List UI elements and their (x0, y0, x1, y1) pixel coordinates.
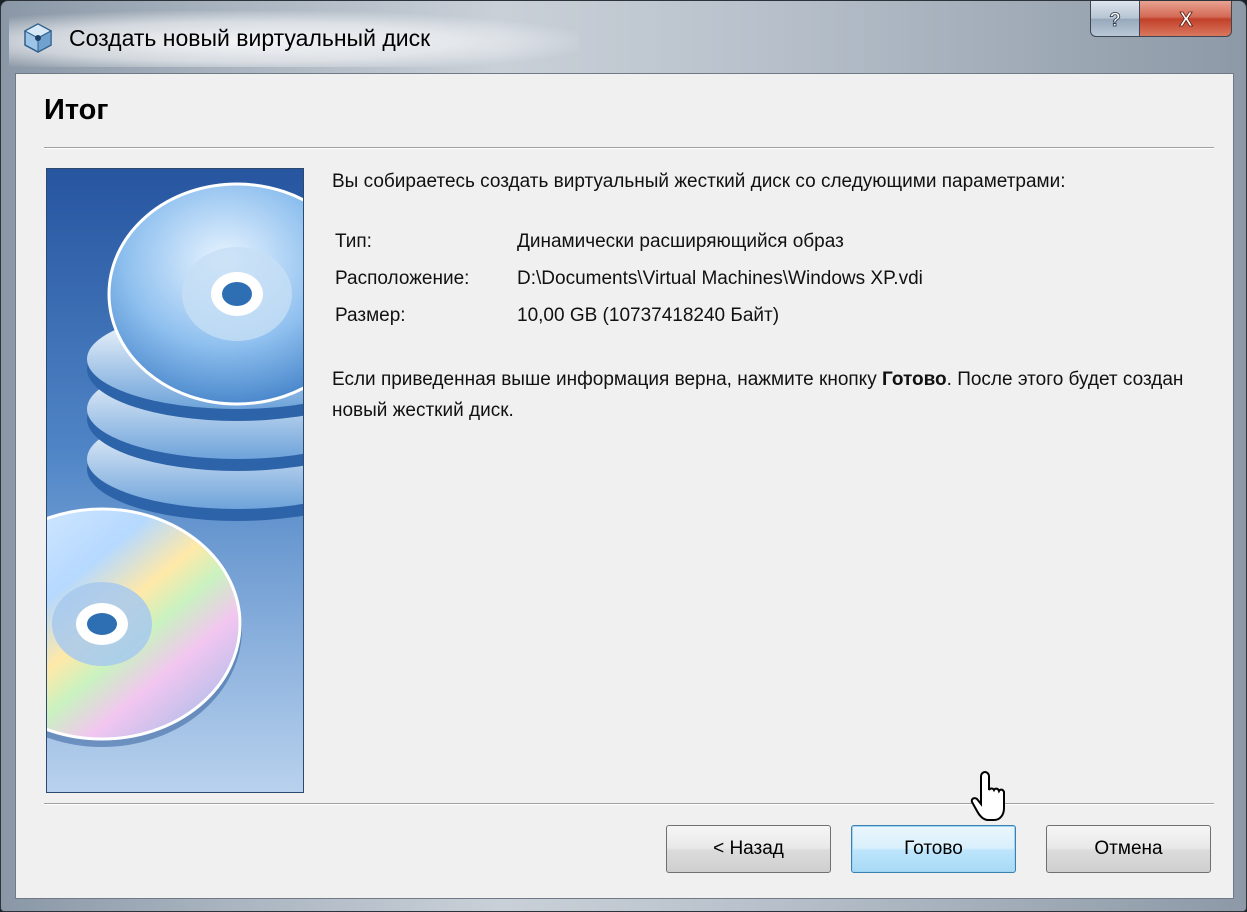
param-label: Размер: (335, 305, 406, 326)
param-row-location: Расположение: D:\Documents\Virtual Machi… (335, 260, 1212, 297)
intro-text: Вы собираетесь создать виртуальный жестк… (332, 171, 1066, 192)
param-value: 10,00 GB (10737418240 Байт) (517, 305, 780, 326)
page-title: Итог (44, 94, 109, 126)
param-row-type: Тип: Динамически расширяющийся образ (335, 223, 1212, 260)
param-value: D:\Documents\Virtual Machines\Windows XP… (517, 268, 923, 289)
close-glyph: X (1179, 9, 1193, 30)
help-glyph: ? (1109, 10, 1121, 30)
outro-bold: Готово (882, 369, 947, 390)
confirmation-text: Если приведенная выше информация верна, … (332, 364, 1212, 426)
question-mark-icon: ? (1109, 9, 1121, 30)
summary-content: Вы собираетесь создать виртуальный жестк… (332, 166, 1212, 445)
dialog-client-area: Итог Вы собираетесь создать виртуальный … (15, 73, 1234, 899)
virtualbox-cube-icon (23, 23, 53, 53)
window-title: Создать новый виртуальный диск (69, 25, 431, 51)
back-button[interactable]: < Назад (666, 825, 831, 873)
help-button[interactable]: ? (1090, 1, 1140, 37)
close-button[interactable]: X (1140, 1, 1232, 37)
cancel-button[interactable]: Отмена (1046, 825, 1211, 873)
discs-graphic (47, 169, 303, 792)
outro-before: Если приведенная выше информация верна, … (332, 369, 882, 390)
footer-divider (44, 803, 1214, 805)
param-label: Расположение: (335, 268, 470, 289)
close-x-icon: X (1178, 8, 1193, 30)
dialog-window: Создать новый виртуальный диск ? X Итог (0, 0, 1247, 912)
finish-button[interactable]: Готово (851, 825, 1016, 873)
param-value: Динамически расширяющийся образ (517, 231, 844, 252)
title-bar[interactable]: Создать новый виртуальный диск ? X (1, 1, 1246, 73)
parameters-list: Тип: Динамически расширяющийся образ Рас… (335, 223, 1212, 334)
mouse-pointer-icon (970, 770, 1005, 821)
stacked-discs-illustration (46, 168, 304, 793)
caption-buttons: ? X (1090, 1, 1232, 37)
param-label: Тип: (335, 231, 372, 252)
param-row-size: Размер: 10,00 GB (10737418240 Байт) (335, 297, 1212, 334)
header-divider (44, 147, 1214, 149)
